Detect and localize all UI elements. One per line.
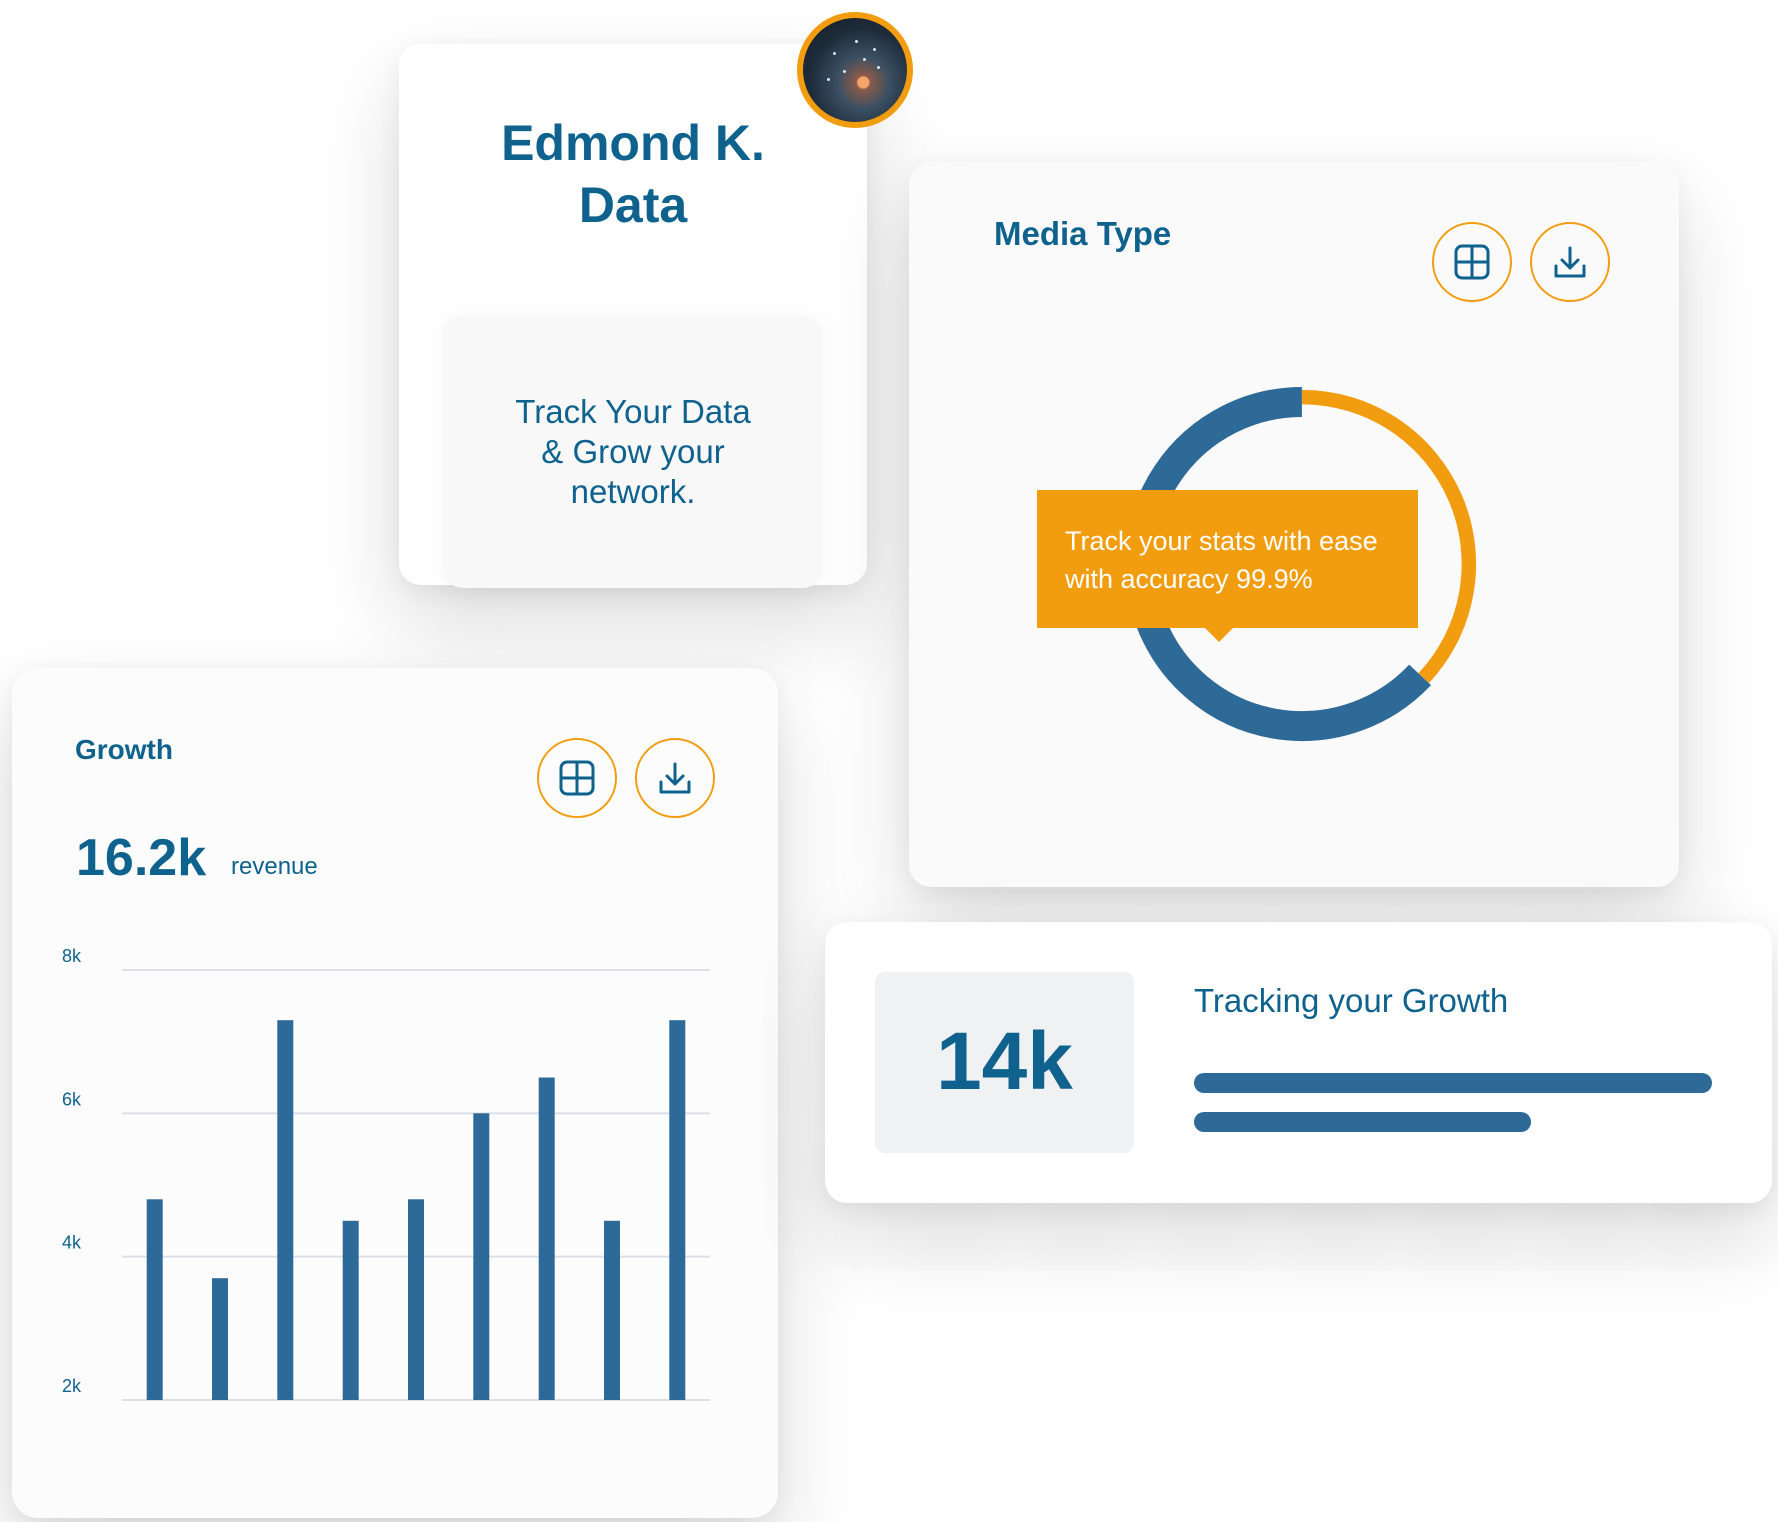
profile-card: Edmond K. Data Track Your Data & Grow yo…: [399, 44, 867, 588]
tagline-line2: & Grow your: [541, 433, 725, 470]
tooltip-arrow: [1205, 628, 1233, 642]
tracking-card: 14k Tracking your Growth: [825, 922, 1772, 1203]
profile-tagline-panel: Track Your Data & Grow your network.: [443, 316, 823, 588]
progress-bar-secondary: [1194, 1112, 1531, 1132]
growth-bar: [212, 1278, 228, 1400]
tooltip-line1: Track your stats with ease: [1065, 526, 1378, 556]
big-stat-box: 14k: [875, 972, 1134, 1153]
tooltip-line2: with accuracy 99.9%: [1065, 564, 1313, 594]
y-tick-label: 4k: [62, 1233, 82, 1253]
growth-bar: [604, 1220, 620, 1400]
growth-bar: [277, 1020, 294, 1400]
profile-name: Edmond K. Data: [399, 112, 867, 236]
big-stat-value: 14k: [936, 1016, 1073, 1107]
avatar-image: [803, 18, 907, 122]
stats-tooltip: Track your stats with ease with accuracy…: [1037, 490, 1418, 642]
growth-bar: [473, 1113, 490, 1400]
y-tick-label: 2k: [62, 1376, 82, 1396]
profile-name-line2: Data: [578, 177, 688, 233]
growth-bar: [538, 1077, 555, 1400]
growth-bar: [342, 1220, 359, 1400]
tracking-title: Tracking your Growth: [1194, 982, 1509, 1019]
avatar[interactable]: [797, 12, 913, 128]
growth-bar: [669, 1020, 686, 1400]
progress-bar-primary: [1194, 1073, 1712, 1093]
tooltip-text: Track your stats with ease with accuracy…: [1065, 522, 1390, 598]
y-tick-label: 8k: [62, 946, 82, 966]
profile-tagline: Track Your Data & Grow your network.: [483, 392, 783, 512]
tagline-line1: Track Your Data: [515, 393, 751, 430]
tagline-line3: network.: [570, 473, 696, 510]
profile-name-line1: Edmond K.: [501, 115, 765, 171]
growth-card: Growth 16.2k revenue 8k 6k 4k 2k: [12, 668, 778, 1518]
growth-bar: [408, 1199, 424, 1400]
growth-bar-chart: 8k 6k 4k 2k: [62, 946, 710, 1401]
media-type-card: Media Type Track your stats with ease wi…: [909, 162, 1679, 887]
growth-bar: [146, 1199, 163, 1400]
y-tick-label: 6k: [62, 1089, 82, 1109]
